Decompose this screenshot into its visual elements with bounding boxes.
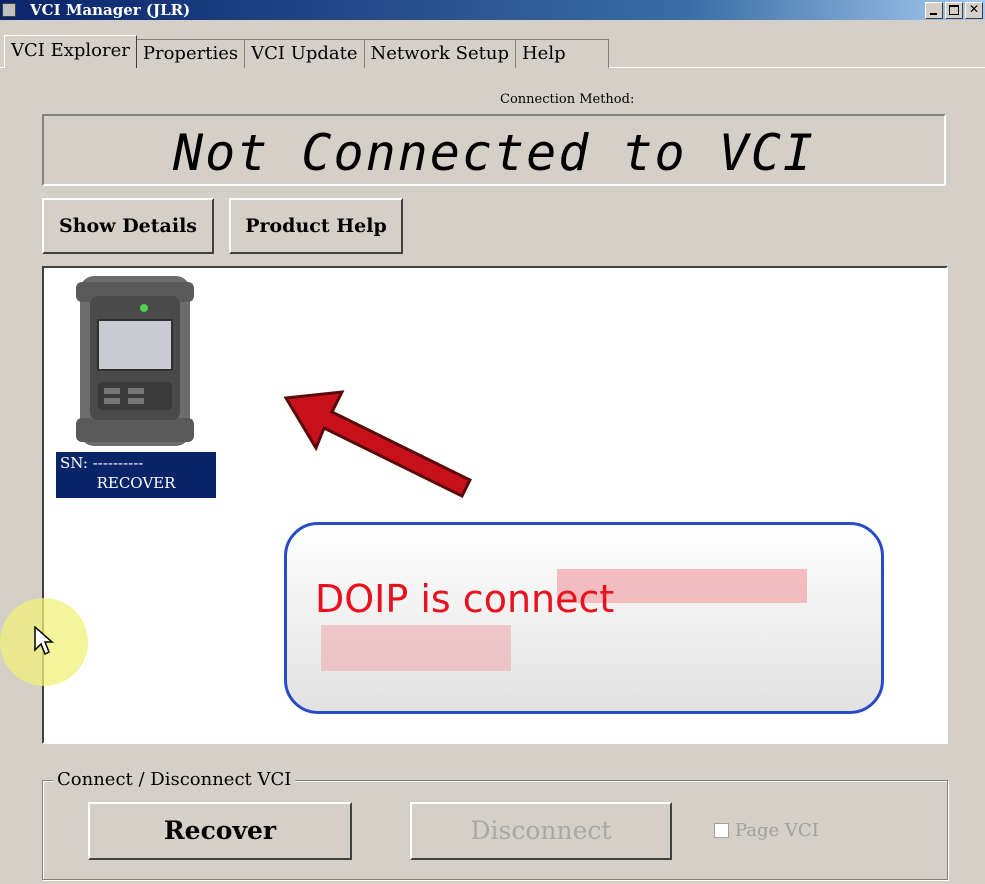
window-controls bbox=[925, 2, 983, 19]
tab-vci-explorer[interactable]: VCI Explorer bbox=[4, 35, 137, 68]
connect-group-label: Connect / Disconnect VCI bbox=[53, 769, 296, 790]
connection-status-text: Not Connected to VCI bbox=[172, 124, 816, 182]
device-serial: SN: ---------- bbox=[60, 454, 144, 472]
title-bar: VCI Manager (JLR) bbox=[0, 0, 985, 20]
page-vci-checkbox[interactable]: Page VCI bbox=[714, 820, 819, 841]
tab-vci-update[interactable]: VCI Update bbox=[244, 39, 365, 68]
vci-device-icon[interactable] bbox=[76, 272, 194, 450]
connection-method-label: Connection Method: bbox=[500, 92, 635, 107]
show-details-button[interactable]: Show Details bbox=[42, 198, 214, 254]
checkbox-icon[interactable] bbox=[714, 823, 729, 838]
page-vci-label: Page VCI bbox=[735, 820, 819, 841]
product-help-button[interactable]: Product Help bbox=[229, 198, 403, 254]
tab-properties[interactable]: Properties bbox=[135, 39, 246, 68]
minimize-icon[interactable] bbox=[925, 2, 943, 19]
device-status: RECOVER bbox=[96, 474, 176, 492]
annotation-text: DOIP is connect bbox=[315, 577, 615, 621]
vci-explorer-pane: SN: ---------- RECOVER DOIP is connect bbox=[42, 266, 948, 744]
connection-status-panel: Not Connected to VCI bbox=[42, 114, 946, 186]
red-arrow-icon bbox=[283, 390, 473, 499]
annotation-callout: DOIP is connect bbox=[284, 522, 884, 714]
app-icon bbox=[2, 3, 16, 17]
mouse-pointer-icon bbox=[34, 626, 54, 656]
window-title: VCI Manager (JLR) bbox=[30, 1, 191, 19]
disconnect-button[interactable]: Disconnect bbox=[410, 802, 672, 860]
close-icon[interactable] bbox=[965, 2, 983, 19]
recover-button[interactable]: Recover bbox=[88, 802, 352, 860]
blurred-text bbox=[321, 625, 511, 671]
maximize-icon[interactable] bbox=[945, 2, 963, 19]
tab-bar: VCI Explorer Properties VCI Update Netwo… bbox=[4, 35, 609, 68]
tab-network-setup[interactable]: Network Setup bbox=[363, 39, 516, 68]
device-label[interactable]: SN: ---------- RECOVER bbox=[56, 452, 216, 498]
tab-help[interactable]: Help bbox=[514, 39, 609, 68]
